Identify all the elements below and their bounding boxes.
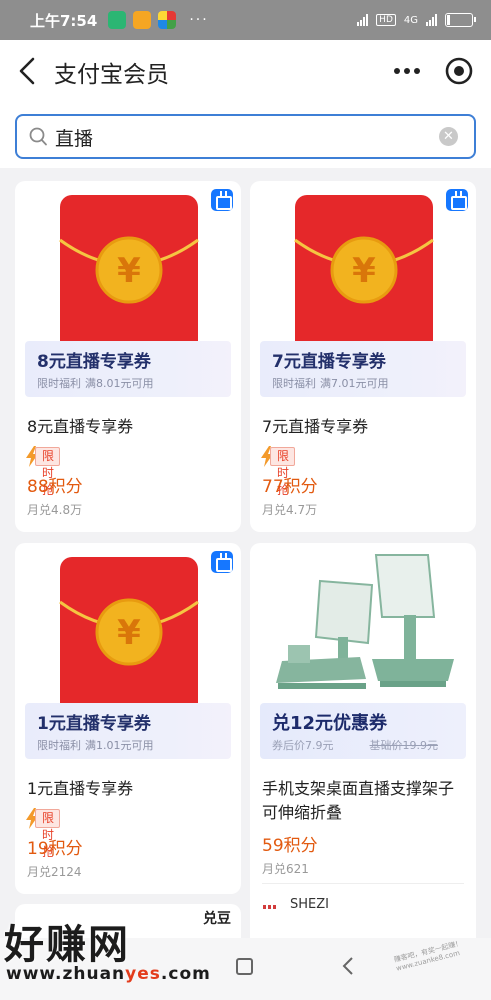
monthly-redeemed: 月兑621	[262, 862, 309, 876]
search-query: 直播	[55, 128, 94, 150]
back-icon[interactable]	[14, 54, 42, 88]
shop-logo	[263, 905, 276, 909]
red-envelope-image: ¥	[59, 195, 199, 355]
red-envelope-image: ¥	[59, 557, 199, 717]
phone-stand-image	[276, 554, 454, 689]
live-icon	[211, 189, 233, 211]
coupon-subtitle: 限时福利 满1.01元可用	[37, 739, 154, 752]
product-name: 1元直播专享券	[27, 779, 134, 798]
nav-back-icon[interactable]	[340, 956, 356, 976]
monthly-redeemed: 月兑4.8万	[27, 503, 83, 517]
hd-icon: HD	[376, 14, 396, 26]
product-card-4[interactable]: 兑12元优惠券 券后价7.9元 基础价19.9元 手机支架桌面直播支撑架子可伸缩折…	[250, 543, 476, 983]
clear-icon[interactable]: ✕	[439, 127, 458, 146]
product-card-3[interactable]: ¥ 1元直播专享券 限时福利 满1.01元可用 1元直播专享券 限时抢 19积分 …	[15, 543, 241, 894]
signal-icon-2	[426, 14, 437, 26]
divider	[262, 883, 464, 884]
coupon-band: 1元直播专享券 限时福利 满1.01元可用	[25, 703, 231, 759]
flash-sale-label: 限时抢	[35, 809, 61, 859]
coupon-band: 8元直播专享券 限时福利 满8.01元可用	[25, 341, 231, 397]
monthly-redeemed: 月兑2124	[27, 865, 82, 879]
red-envelope-image: ¥	[294, 195, 434, 355]
search-icon	[29, 127, 47, 146]
coupon-subtitle: 限时福利 满8.01元可用	[37, 377, 154, 390]
product-card-1[interactable]: ¥ 8元直播专享券 限时福利 满8.01元可用 8元直播专享券 限时抢 88积分 …	[15, 181, 241, 532]
monthly-redeemed: 月兑4.7万	[262, 503, 318, 517]
live-icon	[211, 551, 233, 573]
page-title: 支付宝会员	[54, 62, 169, 88]
battery-icon	[445, 13, 476, 27]
coupon-subtitle: 券后价7.9元 基础价19.9元	[272, 737, 438, 753]
flash-sale-label: 限时抢	[35, 447, 61, 497]
shop-name[interactable]: SHEZI	[290, 897, 329, 912]
search-area: 直播 ✕	[0, 102, 491, 168]
status-time: 上午7:54	[30, 11, 98, 30]
base-price: 基础价19.9元	[369, 739, 439, 752]
network-type: 4G	[403, 14, 418, 26]
search-input[interactable]: 直播 ✕	[15, 114, 476, 159]
svg-text:¥: ¥	[117, 251, 141, 291]
coupon-title: 兑12元优惠券	[272, 713, 388, 734]
product-name: 8元直播专享券	[27, 417, 134, 436]
svg-text:¥: ¥	[117, 613, 141, 653]
browser-notification-icon	[158, 11, 177, 29]
status-bar: 上午7:54 ··· HD 4G	[0, 0, 491, 40]
status-more: ···	[189, 12, 209, 28]
product-price: 19积分	[27, 839, 83, 859]
svg-text:¥: ¥	[352, 251, 376, 291]
watermark-url: www.zhuanyes.com	[6, 964, 211, 984]
title-bar: 支付宝会员	[0, 40, 491, 102]
product-price: 59积分	[262, 836, 318, 856]
product-price: 77积分	[262, 477, 318, 497]
product-price: 88积分	[27, 477, 83, 497]
watermark-logo: 好赚网	[4, 921, 130, 968]
product-card-2[interactable]: ¥ 7元直播专享券 限时福利 满7.01元可用 7元直播专享券 限时抢 77积分 …	[250, 181, 476, 532]
app-notification-icon	[108, 11, 127, 29]
recents-icon[interactable]	[236, 958, 253, 975]
coupon-title: 7元直播专享券	[272, 352, 386, 372]
signal-icon	[357, 14, 369, 26]
product-name: 手机支架桌面直播支撑架子可伸缩折叠	[262, 779, 455, 822]
coupon-subtitle: 限时福利 满7.01元可用	[272, 377, 389, 390]
more-icon[interactable]	[392, 56, 422, 86]
coupon-band: 7元直播专享券 限时福利 满7.01元可用	[260, 341, 466, 397]
coupon-title: 1元直播专享券	[37, 714, 151, 734]
product-name: 7元直播专享券	[262, 417, 369, 436]
flash-sale-label: 限时抢	[270, 447, 296, 497]
card-tag: 兑豆	[203, 911, 231, 927]
target-icon[interactable]	[444, 56, 474, 86]
message-notification-icon	[133, 11, 152, 29]
after-coupon-price: 券后价7.9元	[272, 739, 334, 752]
coupon-band: 兑12元优惠券 券后价7.9元 基础价19.9元	[260, 703, 466, 759]
coupon-title: 8元直播专享券	[37, 352, 151, 372]
live-icon	[446, 189, 468, 211]
battery-level	[447, 15, 450, 25]
